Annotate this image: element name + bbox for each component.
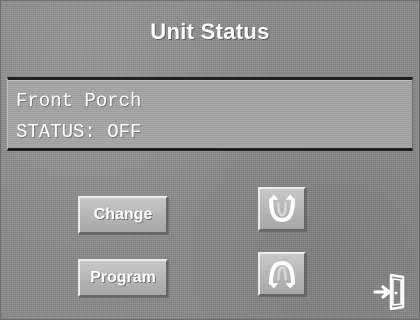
down-curved-arrow-icon	[269, 261, 295, 289]
exit-door-icon	[373, 273, 405, 311]
exit-icon[interactable]	[369, 271, 409, 313]
unit-status-screen: Unit Status Front Porch STATUS: OFF Chan…	[0, 0, 420, 320]
window-title: Unit Status	[150, 19, 270, 44]
status-label: STATUS: OFF	[16, 121, 142, 143]
status-panel: Front Porch STATUS: OFF	[7, 77, 413, 151]
program-button[interactable]: Program	[78, 259, 168, 297]
up-curved-arrow-icon	[269, 194, 295, 222]
up-arrow-button[interactable]	[258, 187, 306, 231]
location-label: Front Porch	[16, 90, 142, 112]
down-arrow-button[interactable]	[258, 252, 306, 296]
change-button[interactable]: Change	[78, 196, 168, 234]
